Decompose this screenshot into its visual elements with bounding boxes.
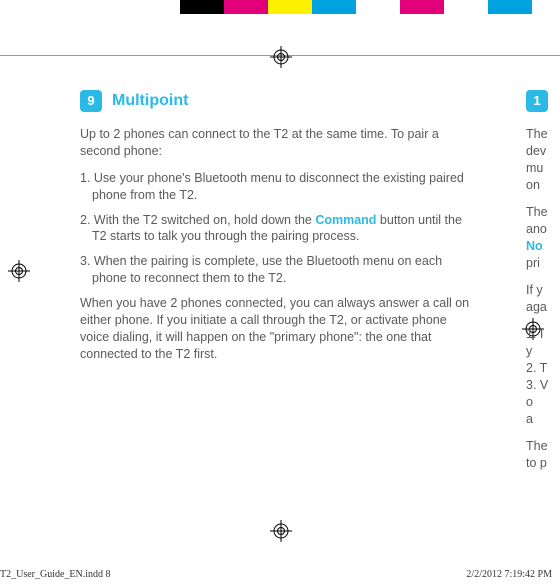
cutoff-column: 1 ThedevmuonTheanoNopriIf yaga1. I y2. T… bbox=[526, 90, 560, 472]
footer-filename: T2_User_Guide_EN.indd 8 bbox=[0, 569, 111, 580]
registration-mark-top bbox=[270, 46, 292, 68]
outro-paragraph: When you have 2 phones connected, you ca… bbox=[80, 295, 475, 363]
printer-color-bar bbox=[0, 0, 560, 14]
cutoff-text-fragment: pri bbox=[526, 255, 560, 271]
registration-mark-bottom bbox=[270, 520, 292, 542]
cutoff-text-fragment: The bbox=[526, 438, 560, 454]
cutoff-text-fragment: mu bbox=[526, 160, 560, 176]
cutoff-text-fragment: aga bbox=[526, 299, 560, 315]
section-number-badge: 9 bbox=[80, 90, 102, 112]
step-item: 1. Use your phone's Bluetooth menu to di… bbox=[80, 170, 475, 204]
color-swatch bbox=[444, 0, 488, 14]
cutoff-text-fragment: 2. T bbox=[526, 360, 560, 376]
cutoff-text-fragment: 1. I bbox=[526, 326, 560, 342]
color-swatch bbox=[312, 0, 356, 14]
main-content: 9 Multipoint Up to 2 phones can connect … bbox=[80, 90, 475, 373]
cutoff-text-fragment: to p bbox=[526, 455, 560, 471]
command-keyword: Command bbox=[315, 213, 376, 227]
cutoff-text-fragment: 3. V bbox=[526, 377, 560, 393]
cutoff-text-fragment: o bbox=[526, 394, 560, 410]
color-swatch bbox=[0, 0, 180, 14]
footer-timestamp: 2/2/2012 7:19:42 PM bbox=[466, 569, 552, 580]
cutoff-text-fragment: If y bbox=[526, 282, 560, 298]
color-swatch bbox=[488, 0, 532, 14]
cutoff-text-fragment: The bbox=[526, 204, 560, 220]
cutoff-text-fragment: y bbox=[526, 343, 560, 359]
color-swatch bbox=[356, 0, 400, 14]
color-swatch bbox=[532, 0, 560, 14]
color-swatch bbox=[180, 0, 224, 14]
note-keyword: No bbox=[526, 238, 560, 254]
color-swatch bbox=[268, 0, 312, 14]
registration-mark-left bbox=[8, 260, 30, 282]
cutoff-text-fragment: The bbox=[526, 126, 560, 142]
cutoff-text-fragment: on bbox=[526, 177, 560, 193]
intro-paragraph: Up to 2 phones can connect to the T2 at … bbox=[80, 126, 475, 160]
color-swatch bbox=[400, 0, 444, 14]
cutoff-text-fragment: ano bbox=[526, 221, 560, 237]
cutoff-text-fragment: a bbox=[526, 411, 560, 427]
step-item: 3. When the pairing is complete, use the… bbox=[80, 253, 475, 287]
cutoff-text-fragment: dev bbox=[526, 143, 560, 159]
next-section-number-badge: 1 bbox=[526, 90, 548, 112]
print-footer: T2_User_Guide_EN.indd 8 2/2/2012 7:19:42… bbox=[0, 569, 552, 580]
step-item: 2. With the T2 switched on, hold down th… bbox=[80, 212, 475, 246]
color-swatch bbox=[224, 0, 268, 14]
section-heading: Multipoint bbox=[112, 90, 188, 112]
